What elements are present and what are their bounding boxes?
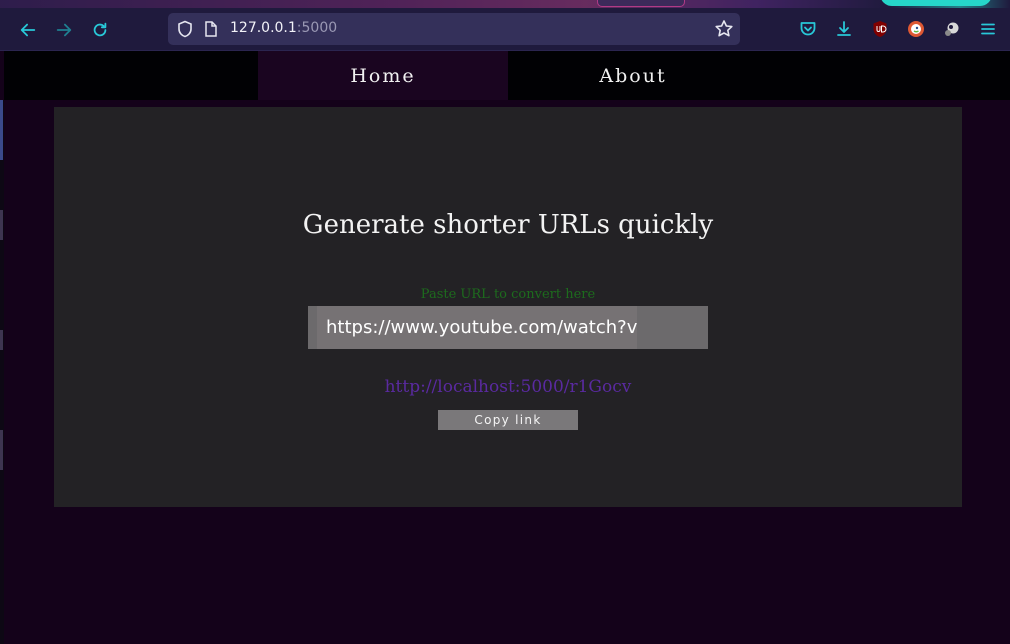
reload-icon[interactable] (88, 18, 112, 42)
download-icon[interactable] (834, 19, 854, 39)
url-text[interactable]: 127.0.0.1:5000 (230, 20, 337, 36)
active-tab-edge[interactable] (597, 0, 685, 7)
url-shortener-card: Generate shorter URLs quickly Paste URL … (54, 107, 962, 507)
nav-home-link[interactable]: Home (258, 51, 508, 100)
address-bar[interactable]: 127.0.0.1:5000 (168, 13, 740, 45)
page-icon[interactable] (204, 21, 218, 37)
forward-icon[interactable] (52, 18, 76, 42)
url-host: 127.0.0.1 (230, 20, 297, 36)
site-navigation: Home About (4, 51, 1010, 100)
url-input[interactable] (317, 306, 637, 349)
duckduckgo-icon[interactable] (906, 19, 926, 39)
tab-strip-background (0, 0, 1010, 8)
shield-icon[interactable] (176, 20, 194, 38)
url-port: :5000 (296, 20, 338, 36)
page-title: Generate shorter URLs quickly (302, 210, 714, 240)
extension-icon[interactable] (942, 19, 962, 39)
input-hint-label: Paste URL to convert here (420, 287, 596, 302)
window-edge (0, 100, 4, 644)
back-icon[interactable] (16, 18, 40, 42)
theme-decoration (880, 0, 992, 6)
short-url-link[interactable]: http://localhost:5000/r1Gocv (54, 377, 962, 397)
bookmark-star-icon[interactable] (714, 19, 734, 39)
browser-toolbar: 127.0.0.1:5000 (0, 0, 1010, 51)
ublock-icon[interactable] (870, 19, 890, 39)
nav-about-link[interactable]: About (508, 51, 758, 100)
menu-icon[interactable] (978, 19, 998, 39)
pocket-icon[interactable] (798, 19, 818, 39)
url-input-container[interactable] (308, 306, 708, 349)
copy-link-button[interactable]: Copy link (438, 410, 578, 430)
